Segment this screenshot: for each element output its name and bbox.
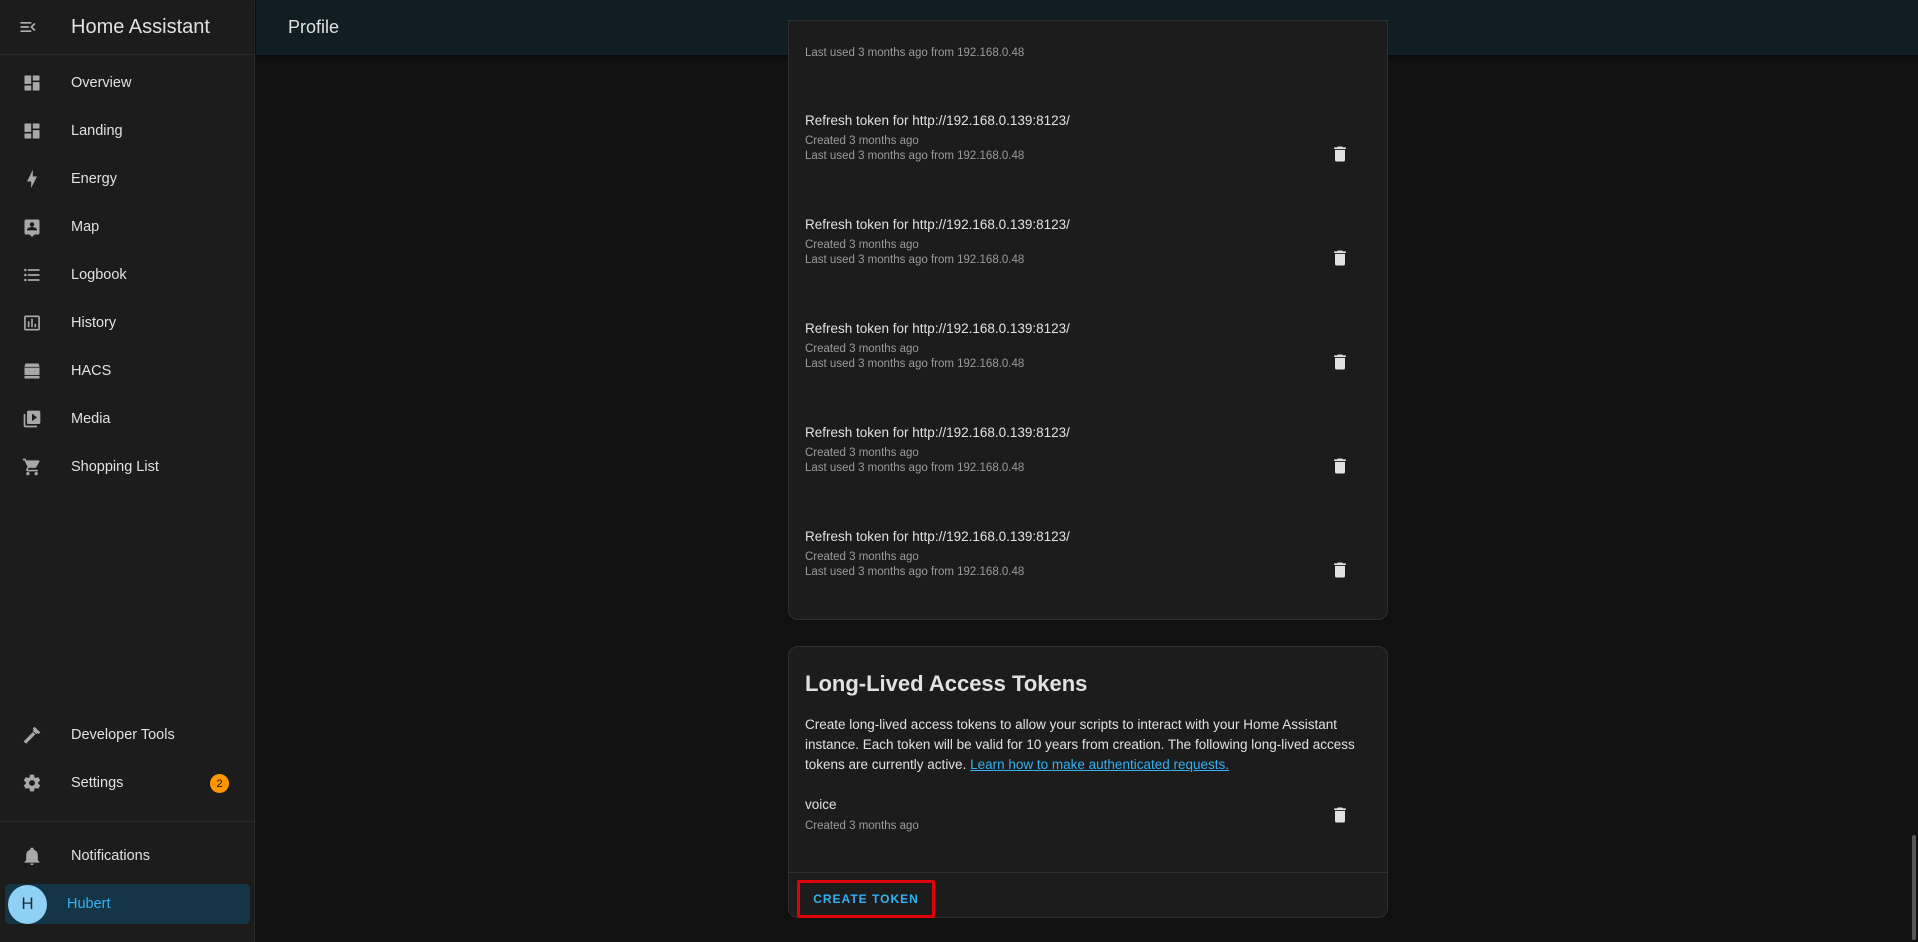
scrollbar[interactable] [1912, 835, 1916, 940]
hammer-icon [23, 726, 41, 744]
trash-icon [1334, 807, 1346, 823]
page-title: Profile [288, 17, 340, 37]
token-name: Refresh token for http://192.168.0.139:8… [805, 425, 1070, 440]
sidebar-item-energy[interactable]: Energy [5, 159, 250, 199]
token-name: Refresh token for http://192.168.0.139:8… [805, 113, 1070, 128]
dashboard-icon [24, 75, 40, 91]
refresh-tokens-card: Last used 3 months ago from 192.168.0.48… [788, 20, 1388, 620]
card-description: Create long-lived access tokens to allow… [805, 715, 1371, 775]
gear-icon [23, 774, 41, 792]
token-row: Refresh token for http://192.168.0.139:8… [805, 529, 1365, 589]
token-row: voice Created 3 months ago [805, 797, 1365, 857]
delete-token-button[interactable] [1323, 553, 1357, 587]
sidebar-item-settings[interactable]: Settings 2 [5, 763, 250, 803]
sidebar-item-label: Settings [71, 775, 124, 791]
settings-badge: 2 [210, 774, 229, 793]
sidebar-item-hacs[interactable]: HACS [5, 351, 250, 391]
menu-open-icon [20, 22, 36, 32]
sidebar-item-label: Developer Tools [71, 727, 175, 743]
map-account-icon [24, 219, 40, 237]
token-row: Refresh token for http://192.168.0.139:8… [805, 113, 1365, 173]
token-row: Refresh token for http://192.168.0.139:8… [805, 425, 1365, 485]
token-created: Created 3 months ago [805, 820, 919, 832]
sidebar-item-map[interactable]: Map [5, 207, 250, 247]
sidebar-divider [0, 821, 255, 822]
menu-toggle-button[interactable] [0, 0, 56, 55]
sidebar-item-label: History [71, 315, 117, 331]
card-title: Long-Lived Access Tokens [805, 671, 1088, 696]
token-last-used: Last used 3 months ago from 192.168.0.48 [805, 566, 1025, 578]
token-created: Created 3 months ago [805, 135, 919, 147]
app-title: Home Assistant [71, 15, 210, 38]
play-box-icon [23, 410, 41, 428]
delete-token-button[interactable] [1323, 798, 1357, 832]
sidebar-item-label: Notifications [71, 848, 150, 864]
sidebar-item-label: Media [71, 411, 111, 427]
cart-icon [22, 458, 40, 476]
avatar: H [8, 884, 47, 924]
trash-icon [1334, 458, 1346, 474]
sidebar-item-label: HACS [71, 363, 112, 379]
token-last-used: Last used 3 months ago from 192.168.0.48 [805, 254, 1025, 266]
token-name: Refresh token for http://192.168.0.139:8… [805, 321, 1070, 336]
learn-more-link[interactable]: Learn how to make authenticated requests… [970, 757, 1229, 772]
token-created: Created 3 months ago [805, 447, 919, 459]
token-row: Refresh token for http://192.168.0.139:8… [805, 321, 1365, 381]
long-lived-tokens-card: Long-Lived Access Tokens Create long-liv… [788, 646, 1388, 918]
dashboard-icon [24, 123, 40, 139]
delete-token-button[interactable] [1323, 137, 1357, 171]
token-last-used: Last used 3 months ago from 192.168.0.48 [805, 150, 1025, 162]
trash-icon [1334, 562, 1346, 578]
sidebar-item-label: Landing [71, 123, 123, 139]
delete-token-button[interactable] [1323, 449, 1357, 483]
card-divider [789, 872, 1387, 873]
sidebar-item-developer-tools[interactable]: Developer Tools [5, 715, 250, 755]
bell-icon [24, 847, 40, 866]
hacs-icon [24, 363, 40, 379]
sidebar-item-media[interactable]: Media [5, 399, 250, 439]
sidebar-header: Home Assistant [0, 0, 254, 55]
sidebar-item-label: Shopping List [71, 459, 159, 475]
sidebar-item-logbook[interactable]: Logbook [5, 255, 250, 295]
sidebar-item-label: Map [71, 219, 100, 235]
token-name: Refresh token for http://192.168.0.139:8… [805, 529, 1070, 544]
token-created: Created 3 months ago [805, 343, 919, 355]
trash-icon [1334, 250, 1346, 266]
sidebar-item-history[interactable]: History [5, 303, 250, 343]
list-icon [24, 268, 40, 282]
token-last-used: Last used 3 months ago from 192.168.0.48 [805, 358, 1025, 370]
token-created: Created 3 months ago [805, 551, 919, 563]
sidebar-item-label: Logbook [71, 267, 127, 283]
token-last-used: Last used 3 months ago from 192.168.0.48 [805, 462, 1025, 474]
chart-box-icon [24, 315, 40, 331]
sidebar-item-shopping-list[interactable]: Shopping List [5, 447, 250, 487]
lightning-bolt-icon [27, 169, 37, 189]
create-token-button[interactable]: CREATE TOKEN [797, 880, 935, 918]
sidebar-item-label: Energy [71, 171, 117, 187]
sidebar-item-notifications[interactable]: Notifications [5, 836, 250, 876]
token-name: voice [805, 797, 837, 812]
sidebar-item-profile[interactable]: H Hubert [5, 884, 250, 924]
token-last-used: Last used 3 months ago from 192.168.0.48 [805, 47, 1025, 59]
token-row: Refresh token for http://192.168.0.139:8… [805, 217, 1365, 277]
delete-token-button[interactable] [1323, 345, 1357, 379]
trash-icon [1334, 354, 1346, 370]
token-created: Created 3 months ago [805, 239, 919, 251]
sidebar-item-label: Hubert [67, 896, 111, 912]
token-name: Refresh token for http://192.168.0.139:8… [805, 217, 1070, 232]
app-root: Home Assistant Overview Landing Energy M… [0, 0, 1918, 942]
sidebar: Home Assistant Overview Landing Energy M… [0, 0, 255, 942]
trash-icon [1334, 146, 1346, 162]
sidebar-item-landing[interactable]: Landing [5, 111, 250, 151]
sidebar-item-overview[interactable]: Overview [5, 63, 250, 103]
delete-token-button[interactable] [1323, 241, 1357, 275]
sidebar-item-label: Overview [71, 75, 132, 91]
